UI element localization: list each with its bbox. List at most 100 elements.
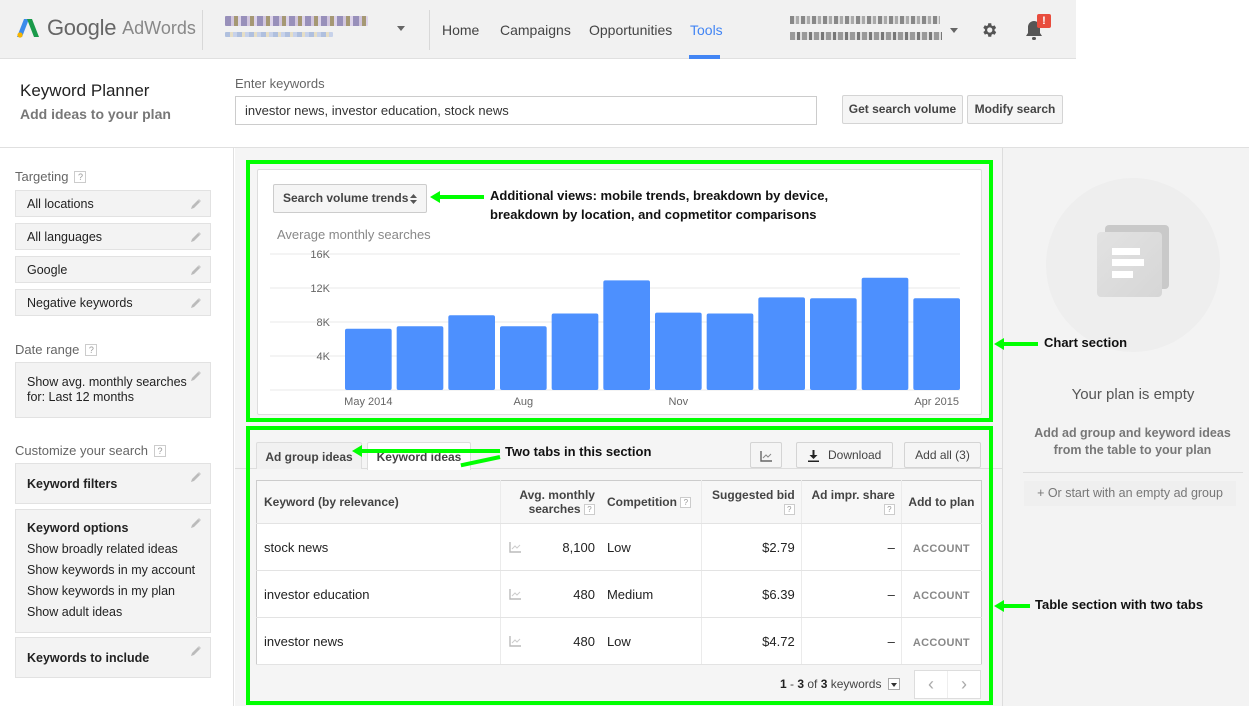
col-avg-monthly-searches[interactable]: Avg. monthly searches ? <box>500 480 601 524</box>
help-icon[interactable]: ? <box>85 343 98 356</box>
add-to-plan-account[interactable]: ACCOUNT <box>913 637 970 649</box>
y-tick-label: 16K <box>310 249 330 261</box>
keyword-option: Show broadly related ideas <box>27 542 178 556</box>
pencil-icon <box>191 199 201 209</box>
rows-per-page-dropdown[interactable] <box>888 678 900 690</box>
keyword-option: Show keywords in my plan <box>27 584 175 598</box>
keyword-option: Show adult ideas <box>27 605 123 619</box>
chart-toggle-button[interactable] <box>750 442 782 468</box>
pagination-buttons: ‹ › <box>914 670 981 699</box>
col-add-to-plan: Add to plan <box>900 480 982 524</box>
annotation-tabs: Two tabs in this section <box>505 444 652 459</box>
competition-cell: Medium <box>600 570 702 618</box>
date-range-card[interactable]: Show avg. monthly searches for: Last 12 … <box>15 362 211 418</box>
x-tick-label: Nov <box>669 396 689 408</box>
annotation-arrow <box>438 195 484 199</box>
get-search-volume-button[interactable]: Get search volume <box>842 95 963 124</box>
targeting-negative-keywords[interactable]: Negative keywords <box>15 289 211 316</box>
targeting-locations-label: All locations <box>27 197 94 211</box>
table-header-row: Keyword (by relevance) Avg. monthly sear… <box>256 480 982 524</box>
help-icon[interactable]: ? <box>74 170 87 183</box>
y-tick-label: 4K <box>317 351 331 363</box>
next-page-button[interactable]: › <box>948 671 980 698</box>
x-tick-label: May 2014 <box>344 396 392 408</box>
nav-tools[interactable]: Tools <box>690 22 723 38</box>
col-ad-impr-share[interactable]: Ad impr. share ? <box>800 480 902 524</box>
searches-cell: 480 <box>500 570 601 618</box>
nav-opportunities[interactable]: Opportunities <box>589 22 672 38</box>
nav-campaigns[interactable]: Campaigns <box>500 22 571 38</box>
pencil-icon <box>191 232 201 242</box>
chevron-down-icon <box>891 683 897 687</box>
pagination-summary: 1 - 3 of 3 keywords <box>780 677 882 691</box>
user-dropdown-icon[interactable] <box>950 28 958 33</box>
help-icon[interactable]: ? <box>783 504 795 516</box>
page-subtitle: Add ideas to your plan <box>20 106 171 122</box>
bar-jan <box>758 297 805 390</box>
trend-chart-icon[interactable] <box>509 588 522 600</box>
account-dropdown-icon[interactable] <box>397 26 405 31</box>
modify-search-button[interactable]: Modify search <box>967 95 1063 124</box>
table-row: stock news 8,100 Low $2.79 – ACCOUNT <box>256 523 982 571</box>
pencil-icon <box>191 298 201 308</box>
y-tick-label: 8K <box>317 317 331 329</box>
help-icon[interactable]: ? <box>583 504 595 516</box>
chart-view-selector-label: Search volume trends <box>283 191 409 205</box>
user-info-redacted[interactable] <box>790 16 942 40</box>
keyword-cell: investor news <box>256 617 501 665</box>
add-all-button[interactable]: Add all (3) <box>904 442 981 468</box>
tab-ad-group-ideas[interactable]: Ad group ideas <box>256 442 362 469</box>
keyword-options-card[interactable]: Keyword options Show broadly related ide… <box>15 509 211 633</box>
keywords-to-include-card[interactable]: Keywords to include <box>15 637 211 678</box>
annotation-table-section: Table section with two tabs <box>1035 597 1204 612</box>
y-tick-label: 12K <box>310 283 330 295</box>
chart-view-selector[interactable]: Search volume trends <box>273 184 427 213</box>
x-tick-label: Apr 2015 <box>914 396 959 408</box>
col-suggested-bid[interactable]: Suggested bid ? <box>700 480 802 524</box>
account-selector[interactable] <box>225 16 368 43</box>
bar-mar <box>861 277 909 390</box>
bid-cell: $4.72 <box>700 617 802 665</box>
add-to-plan-account[interactable]: ACCOUNT <box>913 543 970 555</box>
bar-apr-2015 <box>913 298 960 390</box>
targeting-network[interactable]: Google <box>15 256 211 283</box>
gear-icon[interactable] <box>980 21 998 39</box>
trend-chart-icon[interactable] <box>509 541 522 553</box>
add-to-plan-account[interactable]: ACCOUNT <box>913 590 970 602</box>
top-bar: Google AdWords Home Campaigns Opportunit… <box>0 0 1076 59</box>
account-name-redacted <box>225 16 368 26</box>
keywords-input[interactable] <box>235 96 817 125</box>
sort-updown-icon <box>410 194 417 204</box>
targeting-languages[interactable]: All languages <box>15 223 211 250</box>
bar-may-2014 <box>345 328 392 390</box>
date-range-text: Show avg. monthly searches for: Last 12 … <box>27 375 187 404</box>
tab-keyword-ideas[interactable]: Keyword ideas <box>367 442 471 470</box>
col-competition[interactable]: Competition ? <box>600 480 702 524</box>
bar-chart: 4K 8K 12K 16K May 2014 Aug Nov Apr 2015 <box>270 249 960 408</box>
bar-aug <box>500 326 547 390</box>
keyword-filters-card[interactable]: Keyword filters <box>15 463 211 504</box>
help-icon[interactable]: ? <box>883 504 895 516</box>
help-icon[interactable]: ? <box>153 444 166 457</box>
targeting-languages-label: All languages <box>27 230 103 244</box>
start-empty-ad-group-link[interactable]: + Or start with an empty ad group <box>1024 481 1236 506</box>
pencil-icon <box>191 472 201 482</box>
col-keyword[interactable]: Keyword (by relevance) <box>256 480 501 524</box>
customer-id-redacted <box>790 16 940 24</box>
keyword-table: Keyword (by relevance) Avg. monthly sear… <box>256 480 982 665</box>
targeting-locations[interactable]: All locations <box>15 190 211 217</box>
nav-home[interactable]: Home <box>442 22 479 38</box>
adwords-logo[interactable]: Google AdWords <box>17 15 196 41</box>
prev-page-button[interactable]: ‹ <box>915 671 948 698</box>
trend-chart-icon[interactable] <box>509 635 522 647</box>
keyword-cell: stock news <box>256 523 501 571</box>
help-icon[interactable]: ? <box>680 497 692 509</box>
divider <box>429 10 430 50</box>
adwords-logo-icon <box>17 19 39 38</box>
pencil-icon <box>191 646 201 656</box>
bar-sep <box>551 313 599 390</box>
pencil-icon <box>191 265 201 275</box>
notification-badge[interactable]: ! <box>1037 14 1051 28</box>
document-icon-line <box>1112 271 1133 278</box>
download-button[interactable]: Download <box>796 442 893 468</box>
